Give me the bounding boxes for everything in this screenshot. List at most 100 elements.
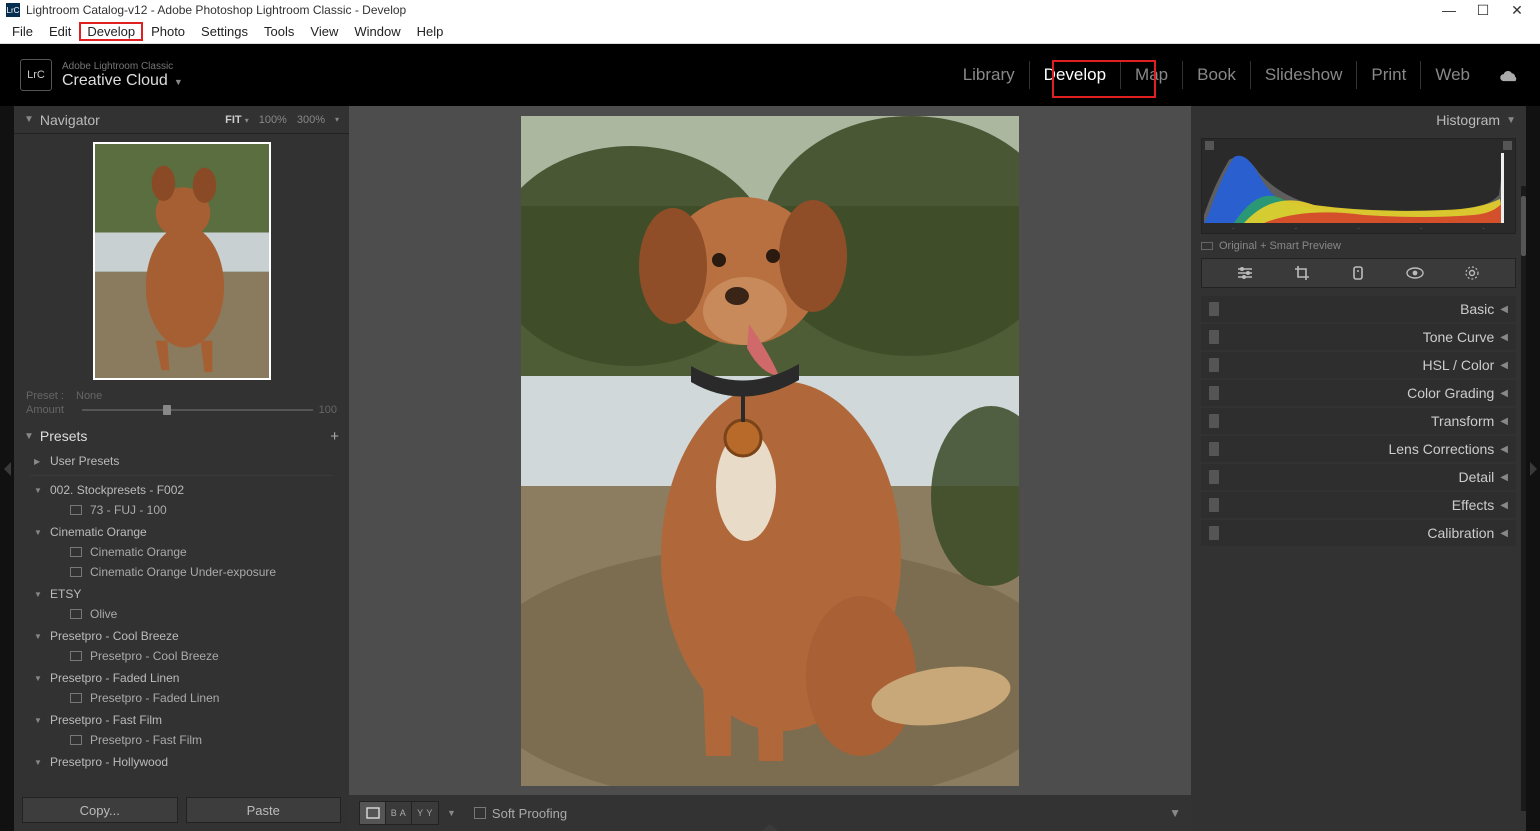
menu-develop[interactable]: Develop [79,22,143,41]
app-body: LrC Adobe Lightroom Classic Creative Clo… [0,44,1540,831]
preset-group[interactable]: ▼ETSY [34,584,349,604]
menu-help[interactable]: Help [409,22,452,41]
preset-group[interactable]: ▼Presetpro - Cool Breeze [34,626,349,646]
panel-detail[interactable]: Detail◀ [1201,464,1516,490]
preset-item[interactable]: Presetpro - Fast Film [34,730,349,750]
menu-view[interactable]: View [302,22,346,41]
soft-proofing-toggle[interactable]: Soft Proofing [474,806,567,821]
preset-item[interactable]: Olive [34,604,349,624]
before-after-split-button[interactable]: Y Y [412,802,438,824]
panel-effects[interactable]: Effects◀ [1201,492,1516,518]
menu-settings[interactable]: Settings [193,22,256,41]
highlight-clip-icon[interactable] [1503,141,1512,150]
paste-button[interactable]: Paste [186,797,342,823]
disclosure-icon: ◀ [1500,472,1508,483]
module-library[interactable]: Library [949,61,1030,89]
disclosure-icon: ◀ [1500,332,1508,343]
preset-item-label: Cinematic Orange Under-exposure [90,565,276,579]
preset-thumb-icon [70,547,82,557]
panel-toggle-icon[interactable] [1209,386,1219,400]
edit-icon[interactable] [1231,262,1259,284]
zoom-fit[interactable]: FIT ▾ [225,114,249,126]
crop-icon[interactable] [1288,262,1316,284]
panel-toggle-icon[interactable] [1209,358,1219,372]
minimize-button[interactable]: — [1432,2,1466,18]
menu-tools[interactable]: Tools [256,22,302,41]
panel-toggle-icon[interactable] [1209,442,1219,456]
disclosure-icon: ▼ [34,486,44,495]
disclosure-icon: ▼ [1506,115,1516,126]
module-slideshow[interactable]: Slideshow [1251,61,1358,89]
panel-toggle-icon[interactable] [1209,526,1219,540]
preset-item[interactable]: Presetpro - Faded Linen [34,688,349,708]
preset-item[interactable]: Cinematic Orange Under-exposure [34,562,349,582]
module-book[interactable]: Book [1183,61,1251,89]
add-preset-icon[interactable]: + [330,428,339,445]
panel-transform[interactable]: Transform◀ [1201,408,1516,434]
left-panel-handle[interactable] [0,106,14,831]
preset-item[interactable]: Presetpro - Cool Breeze [34,646,349,666]
menu-edit[interactable]: Edit [41,22,79,41]
histogram[interactable]: ----- [1201,138,1516,234]
preset-group[interactable]: ▼Presetpro - Fast Film [34,710,349,730]
maximize-button[interactable]: ☐ [1466,2,1500,19]
preset-group[interactable]: ▼Presetpro - Hollywood [34,752,349,772]
panel-label: Lens Corrections [1388,441,1494,457]
histogram-title: Histogram [1436,112,1500,128]
histogram-header[interactable]: Histogram ▼ [1191,106,1526,134]
preset-group[interactable]: ▼002. Stockpresets - F002 [34,480,349,500]
navigator-header[interactable]: ▼ Navigator FIT ▾100%300%▾ [14,106,349,134]
disclosure-icon: ▼ [24,431,34,442]
filmstrip-collapse-icon[interactable] [762,824,778,831]
identity-line2: Creative Cloud▼ [62,72,183,90]
right-scrollbar[interactable] [1521,186,1526,811]
before-after-lr-button[interactable]: B A [386,802,412,824]
lightroom-logo: LrC [20,59,52,91]
image-viewport[interactable] [349,106,1191,795]
copy-button[interactable]: Copy... [22,797,178,823]
mask-icon[interactable] [1458,262,1486,284]
panel-toggle-icon[interactable] [1209,302,1219,316]
amount-slider[interactable] [82,409,313,411]
panel-hsl-color[interactable]: HSL / Color◀ [1201,352,1516,378]
toolbar-expand-icon[interactable]: ▼ [1169,806,1181,820]
preset-group[interactable]: ▶User Presets [34,451,349,471]
module-print[interactable]: Print [1357,61,1421,89]
zoom-300pct[interactable]: 300% [297,114,325,126]
panel-lens-corrections[interactable]: Lens Corrections◀ [1201,436,1516,462]
preset-group[interactable]: ▼Cinematic Orange [34,522,349,542]
loupe-view-button[interactable] [360,802,386,824]
zoom-100pct[interactable]: 100% [259,114,287,126]
navigator-thumbnail[interactable] [93,142,271,380]
panel-toggle-icon[interactable] [1209,470,1219,484]
preset-thumb-icon [70,651,82,661]
redeye-icon[interactable] [1401,262,1429,284]
menu-photo[interactable]: Photo [143,22,193,41]
module-web[interactable]: Web [1421,61,1484,89]
preset-group[interactable]: ▼Presetpro - Faded Linen [34,668,349,688]
panel-toggle-icon[interactable] [1209,498,1219,512]
right-panel-handle[interactable] [1526,106,1540,831]
preset-group-label: ETSY [50,587,81,601]
preset-item[interactable]: Cinematic Orange [34,542,349,562]
panel-calibration[interactable]: Calibration◀ [1201,520,1516,546]
preview-status[interactable]: Original + Smart Preview [1201,240,1516,252]
heal-icon[interactable] [1344,262,1372,284]
view-mode-dropdown-icon[interactable]: ▼ [447,808,456,818]
preset-item[interactable]: 73 - FUJ - 100 [34,500,349,520]
panel-label: Tone Curve [1423,329,1495,345]
panel-color-grading[interactable]: Color Grading◀ [1201,380,1516,406]
cloud-sync-icon[interactable] [1498,68,1520,82]
zoom-more-icon[interactable]: ▾ [335,115,339,124]
identity-plate[interactable]: Adobe Lightroom Classic Creative Cloud▼ [62,61,183,90]
panel-toggle-icon[interactable] [1209,414,1219,428]
panel-basic[interactable]: Basic◀ [1201,296,1516,322]
view-mode-group: B A Y Y [359,801,439,825]
panel-toggle-icon[interactable] [1209,330,1219,344]
disclosure-icon: ▼ [34,674,44,683]
menu-file[interactable]: File [4,22,41,41]
panel-tone-curve[interactable]: Tone Curve ◀ [1201,324,1516,350]
menu-window[interactable]: Window [346,22,408,41]
close-button[interactable]: ✕ [1500,2,1534,19]
presets-header[interactable]: ▼ Presets + [14,422,349,450]
